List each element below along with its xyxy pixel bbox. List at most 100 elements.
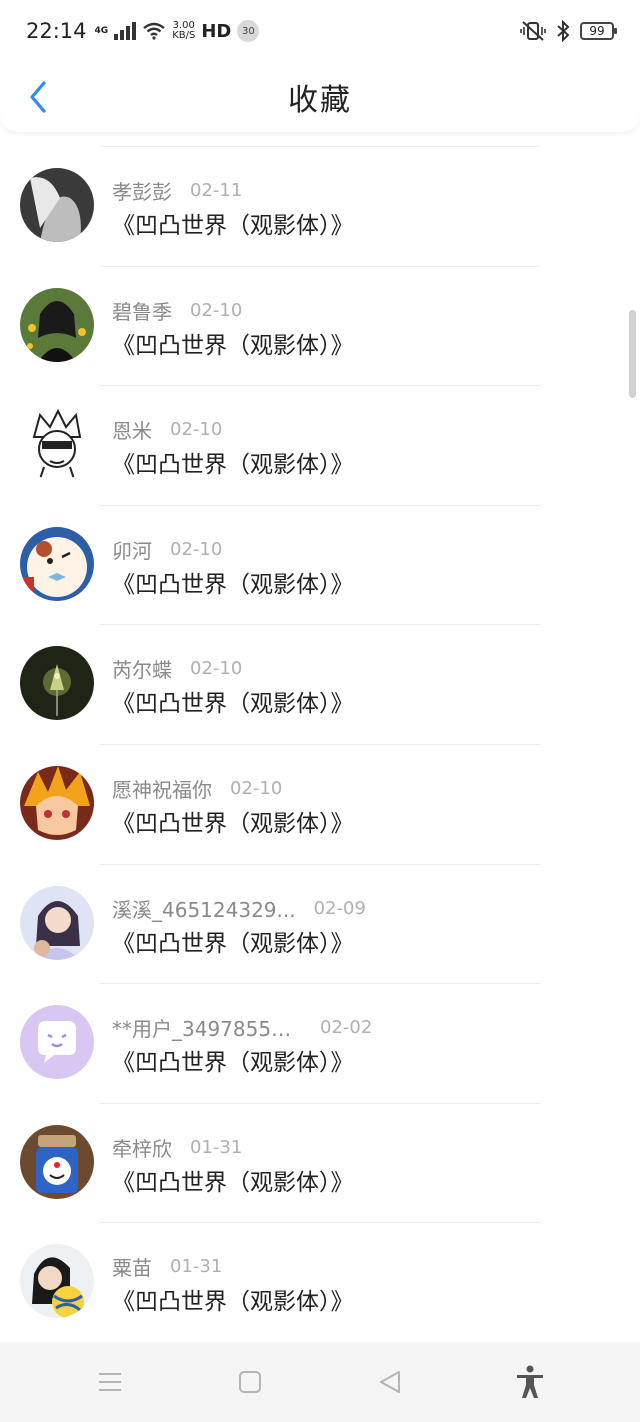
- avatar[interactable]: [20, 1005, 94, 1080]
- battery-icon: 99: [580, 22, 617, 40]
- item-date: 02-10: [170, 419, 223, 441]
- wifi-icon: [143, 22, 165, 40]
- battery-level: 99: [589, 24, 605, 38]
- vibrate-mute-icon: [520, 21, 546, 41]
- user-name[interactable]: 溪溪_465124329...: [112, 894, 296, 923]
- item-meta: 碧鲁季 02-10: [112, 296, 242, 325]
- item-date: 01-31: [170, 1256, 223, 1278]
- item-date: 01-31: [190, 1136, 243, 1158]
- book-title[interactable]: 《凹凸世界（观影体）》: [112, 804, 354, 838]
- list-item[interactable]: 粟苗 01-31 《凹凸世界（观影体）》: [0, 1222, 640, 1342]
- item-meta: **用户_34978551... 02-02: [112, 1013, 372, 1042]
- list-item[interactable]: 碧鲁季 02-10 《凹凸世界（观影体）》: [0, 265, 640, 386]
- user-name[interactable]: 恩米: [112, 415, 152, 444]
- divider: [100, 1102, 540, 1104]
- speed-unit: KB/S: [172, 30, 196, 41]
- chevron-left-icon: [30, 81, 46, 113]
- book-title[interactable]: 《凹凸世界（观影体）》: [112, 565, 354, 599]
- user-name[interactable]: 卯河: [112, 535, 152, 564]
- back-button[interactable]: [20, 78, 56, 116]
- list-item[interactable]: **用户_34978551... 02-02 《凹凸世界（观影体）》: [0, 983, 640, 1103]
- item-meta: 恩米 02-10: [112, 415, 222, 444]
- user-name[interactable]: 孝彭彭: [112, 176, 172, 205]
- list-item[interactable]: 恩米 02-10 《凹凸世界（观影体）》: [0, 385, 640, 505]
- notification-badge: 30: [237, 20, 260, 42]
- list-item[interactable]: 牵梓欣 01-31 《凹凸世界（观影体）》: [0, 1102, 640, 1223]
- status-bar: 22:14 4G 3.00 KB/S HD 30 99: [0, 0, 640, 62]
- list-item[interactable]: 芮尔蝶 02-10 《凹凸世界（观影体）》: [0, 624, 640, 744]
- user-name[interactable]: 愿神祝福你: [112, 774, 212, 803]
- avatar[interactable]: [20, 287, 94, 362]
- item-meta: 芮尔蝶 02-10: [112, 654, 242, 683]
- item-meta: 牵梓欣 01-31: [112, 1133, 242, 1162]
- divider: [100, 1222, 540, 1224]
- avatar[interactable]: [20, 765, 94, 840]
- item-date: 02-10: [230, 777, 283, 799]
- avatar[interactable]: [20, 526, 94, 601]
- avatar[interactable]: [20, 407, 94, 482]
- network-speed: 3.00 KB/S: [172, 21, 195, 41]
- divider: [100, 504, 540, 506]
- header: 收藏: [0, 62, 640, 132]
- list-item[interactable]: 愿神祝福你 02-10 《凹凸世界（观影体）》: [0, 743, 640, 864]
- list-item[interactable]: 孝彭彭 02-11 《凹凸世界（观影体）》: [0, 146, 640, 266]
- status-left: 22:14 4G 3.00 KB/S HD 30: [26, 19, 260, 43]
- divider: [100, 983, 540, 985]
- favorites-list: 孝彭彭 02-11 《凹凸世界（观影体）》 碧鲁季 02-10 《凹凸世界（观影…: [0, 146, 640, 1342]
- avatar[interactable]: [20, 646, 94, 721]
- list-item[interactable]: 溪溪_465124329... 02-09 《凹凸世界（观影体）》: [0, 863, 640, 984]
- home-button[interactable]: [220, 1352, 280, 1412]
- book-title[interactable]: 《凹凸世界（观影体）》: [112, 445, 354, 479]
- avatar[interactable]: [20, 1244, 94, 1319]
- item-meta: 粟苗 01-31: [112, 1252, 222, 1281]
- menu-icon: [99, 1373, 121, 1391]
- divider: [100, 265, 540, 267]
- book-title[interactable]: 《凹凸世界（观影体）》: [112, 1163, 354, 1197]
- item-date: 02-10: [190, 658, 243, 680]
- divider: [100, 624, 540, 626]
- item-date: 02-10: [190, 299, 243, 321]
- item-date: 02-09: [313, 897, 366, 919]
- book-title[interactable]: 《凹凸世界（观影体）》: [112, 684, 354, 718]
- avatar[interactable]: [20, 1124, 94, 1199]
- menu-button[interactable]: [80, 1352, 140, 1412]
- home-square-icon: [239, 1371, 261, 1393]
- back-triangle-icon: [380, 1371, 400, 1393]
- divider: [100, 146, 540, 147]
- book-title[interactable]: 《凹凸世界（观影体）》: [112, 206, 354, 240]
- item-meta: 溪溪_465124329... 02-09: [112, 894, 366, 923]
- divider: [100, 863, 540, 865]
- bluetooth-icon: [557, 20, 570, 42]
- user-name[interactable]: 粟苗: [112, 1252, 152, 1281]
- book-title[interactable]: 《凹凸世界（观影体）》: [112, 924, 354, 958]
- network-type: 4G: [94, 26, 109, 36]
- hd-indicator: HD: [201, 20, 232, 42]
- accessibility-icon: [517, 1365, 543, 1398]
- user-name[interactable]: 芮尔蝶: [112, 654, 172, 683]
- network-indicator: 4G 3.00 KB/S HD 30: [95, 20, 260, 42]
- list-item[interactable]: 卯河 02-10 《凹凸世界（观影体）》: [0, 504, 640, 625]
- avatar[interactable]: [20, 885, 94, 960]
- scrollbar[interactable]: [629, 310, 636, 398]
- divider: [100, 743, 540, 745]
- user-name[interactable]: 牵梓欣: [112, 1133, 172, 1162]
- signal-icon: [114, 22, 137, 40]
- item-date: 02-02: [320, 1017, 373, 1039]
- page-title: 收藏: [288, 83, 352, 118]
- divider: [100, 385, 540, 387]
- item-meta: 卯河 02-10: [112, 535, 222, 564]
- system-nav-bar: [0, 1342, 640, 1422]
- back-nav-button[interactable]: [360, 1352, 420, 1412]
- book-title[interactable]: 《凹凸世界（观影体）》: [112, 1043, 354, 1077]
- item-meta: 孝彭彭 02-11: [112, 176, 242, 205]
- user-name[interactable]: 碧鲁季: [112, 296, 172, 325]
- book-title[interactable]: 《凹凸世界（观影体）》: [112, 1282, 354, 1316]
- accessibility-button[interactable]: [500, 1352, 560, 1412]
- item-date: 02-11: [190, 180, 243, 201]
- avatar[interactable]: [20, 168, 94, 242]
- status-right: 99: [520, 20, 617, 42]
- user-name[interactable]: **用户_34978551...: [112, 1013, 302, 1042]
- book-title[interactable]: 《凹凸世界（观影体）》: [112, 326, 354, 360]
- item-meta: 愿神祝福你 02-10: [112, 774, 282, 803]
- item-date: 02-10: [170, 538, 223, 560]
